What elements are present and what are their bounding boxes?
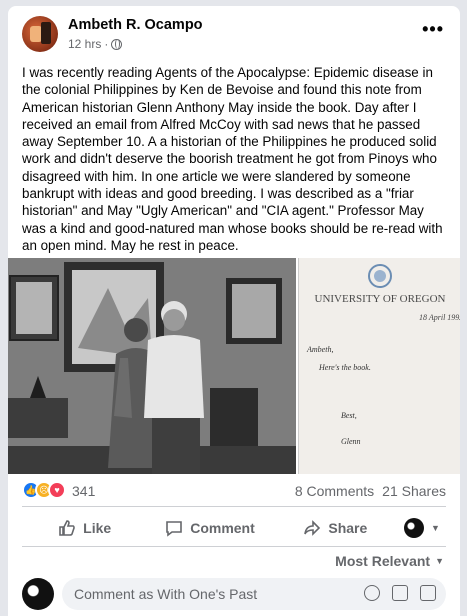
- post-meta: 12 hrs ·: [68, 37, 123, 51]
- commenter-avatar[interactable]: [22, 578, 54, 610]
- author-avatar[interactable]: [22, 16, 58, 52]
- note-art: UNIVERSITY OF OREGON 18 April 1992 Ambet…: [306, 264, 460, 446]
- post-time[interactable]: 12 hrs: [68, 37, 101, 51]
- post-card: Ambeth R. Ocampo 12 hrs · ••• I was rece…: [8, 6, 460, 616]
- chevron-down-icon: ▼: [431, 523, 440, 533]
- thumbs-up-icon: [59, 520, 75, 536]
- love-reaction-icon[interactable]: ♥: [48, 481, 66, 499]
- post-header: Ambeth R. Ocampo 12 hrs · •••: [22, 16, 446, 56]
- note-line3: Best,: [341, 411, 357, 420]
- action-bar: Like Comment Share ▼: [22, 511, 446, 545]
- comment-composer: Comment as With One's Past: [22, 576, 446, 612]
- post-photo[interactable]: UNIVERSITY OF OREGON 18 April 1992 Ambet…: [8, 258, 460, 474]
- meta-separator: ·: [104, 37, 109, 51]
- globe-icon[interactable]: [111, 38, 123, 50]
- photo-left-bw: [8, 258, 296, 474]
- profile-avatar: [404, 518, 425, 538]
- note-line4: Glenn: [341, 437, 361, 446]
- gif-icon[interactable]: [392, 585, 408, 601]
- author-name[interactable]: Ambeth R. Ocampo: [68, 17, 203, 33]
- divider-top: [22, 506, 446, 507]
- photo-note-card: UNIVERSITY OF OREGON 18 April 1992 Ambet…: [298, 258, 460, 474]
- reaction-count[interactable]: 341: [72, 483, 95, 499]
- photo-scene: [8, 258, 296, 474]
- sort-chevron-icon: ▼: [435, 556, 444, 566]
- note-letterhead: UNIVERSITY OF OREGON: [315, 293, 446, 305]
- comment-input[interactable]: Comment as With One's Past: [62, 578, 446, 610]
- like-button[interactable]: Like: [22, 511, 147, 545]
- share-button[interactable]: Share: [273, 511, 398, 545]
- comment-button[interactable]: Comment: [147, 511, 272, 545]
- note-line2: Here's the book.: [318, 363, 371, 372]
- sort-label: Most Relevant: [335, 553, 431, 569]
- comment-sort-dropdown[interactable]: Most Relevant ▼: [335, 553, 444, 569]
- emoji-icon[interactable]: [364, 585, 380, 601]
- share-label: Share: [328, 520, 368, 536]
- divider-bottom: [22, 546, 446, 547]
- comments-count[interactable]: 8 Comments: [295, 483, 374, 499]
- shares-count[interactable]: 21 Shares: [382, 483, 446, 499]
- comment-icon: [166, 521, 183, 537]
- profile-switch-button[interactable]: ▼: [398, 511, 446, 545]
- post-body: I was recently reading Agents of the Apo…: [22, 65, 443, 253]
- note-date: 18 April 1992: [419, 313, 460, 322]
- sticker-icon[interactable]: [420, 585, 436, 601]
- comment-placeholder: Comment as With One's Past: [74, 586, 258, 602]
- comment-label: Comment: [190, 520, 255, 536]
- more-options-icon[interactable]: •••: [422, 20, 444, 38]
- note-line1: Ambeth,: [306, 345, 333, 354]
- composer-icons: [364, 585, 436, 601]
- post-stats: 8 Comments 21 Shares: [295, 483, 446, 499]
- like-label: Like: [83, 520, 112, 536]
- reactions-row: 👍 ☹ ♥ 341 8 Comments 21 Shares: [22, 476, 446, 504]
- share-icon: [304, 520, 321, 536]
